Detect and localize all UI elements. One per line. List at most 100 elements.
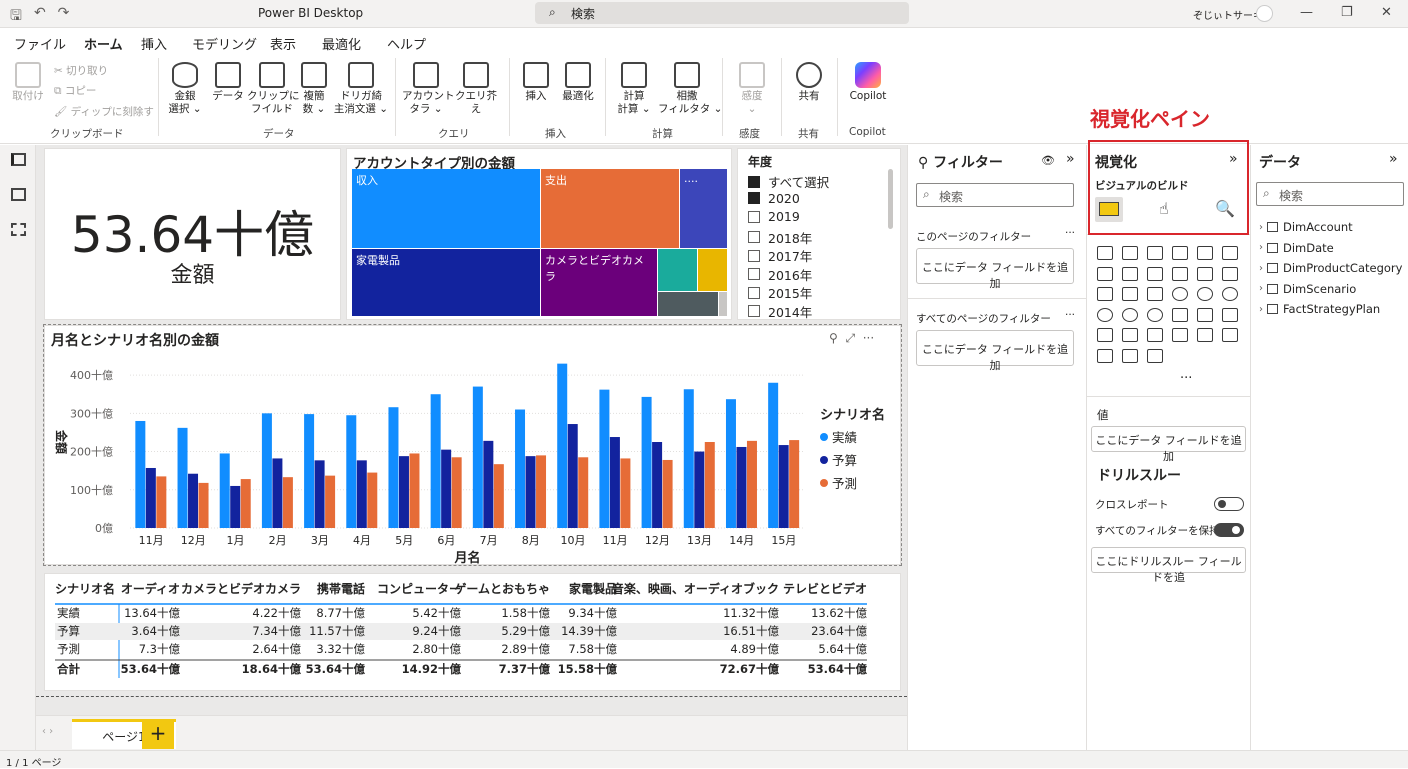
- treemap-tile-other[interactable]: ....: [680, 169, 727, 248]
- more-visuals-button[interactable]: 最適化: [558, 62, 598, 103]
- column-chart-visual[interactable]: 月名とシナリオ名別の金額 ⚲ ⤢ ··· 400十億 300十億 200十億 100十…: [43, 324, 902, 566]
- collapse-icon[interactable]: »: [1066, 151, 1075, 167]
- bar-予算[interactable]: [652, 442, 663, 528]
- checkbox[interactable]: [748, 305, 760, 317]
- python-icon[interactable]: [1197, 328, 1213, 342]
- more-visuals-icon[interactable]: ···: [1180, 371, 1192, 386]
- stacked-area-icon[interactable]: [1147, 266, 1163, 281]
- report-view-icon[interactable]: [11, 153, 26, 166]
- copy-button[interactable]: ⧉ コピー: [54, 83, 96, 98]
- kpi-card[interactable]: 53.64十億 金額: [44, 148, 341, 320]
- checkbox[interactable]: [748, 192, 760, 204]
- bar-予算[interactable]: [356, 460, 367, 528]
- transform-button[interactable]: アカウント タラ ⌄: [402, 62, 455, 116]
- stacked-bar-icon[interactable]: [1097, 246, 1113, 260]
- bar-実績[interactable]: [304, 414, 315, 528]
- avatar[interactable]: [1256, 5, 1273, 22]
- bar-予算[interactable]: [483, 440, 494, 528]
- bar-実績[interactable]: [261, 413, 272, 528]
- copilot-button[interactable]: Copilot: [845, 62, 891, 103]
- bar-予測[interactable]: [620, 458, 631, 528]
- chevron-right-icon[interactable]: ›: [1259, 304, 1263, 315]
- area-icon[interactable]: [1122, 266, 1138, 281]
- treemap-tile[interactable]: [698, 249, 727, 291]
- checkbox[interactable]: [748, 175, 760, 188]
- refresh-button[interactable]: クエリ芥え: [452, 62, 500, 116]
- bar-予測[interactable]: [536, 455, 547, 528]
- eye-icon[interactable]: 👁: [1041, 154, 1055, 167]
- checkbox[interactable]: [748, 268, 760, 280]
- this-page-add-field[interactable]: ここにデータ フィールドを追加: [916, 248, 1074, 290]
- redo-icon[interactable]: ↷: [58, 5, 70, 29]
- global-search[interactable]: ⌕ 検索: [535, 2, 909, 24]
- clustered-bar-icon[interactable]: [1147, 246, 1163, 260]
- get-data-button[interactable]: 金銀 選択 ⌄: [164, 62, 206, 116]
- bar-実績[interactable]: [346, 415, 357, 528]
- checkbox[interactable]: [748, 210, 760, 223]
- slicer-icon[interactable]: [1097, 328, 1113, 342]
- bar-予測[interactable]: [156, 476, 167, 528]
- save-icon[interactable]: 🖫: [10, 5, 22, 29]
- clustered-column-icon[interactable]: [1172, 246, 1188, 260]
- power-automate-icon[interactable]: [1147, 348, 1163, 363]
- add-page-button[interactable]: +: [142, 719, 174, 749]
- paste-button[interactable]: 取付け: [8, 62, 48, 103]
- map-icon[interactable]: [1097, 307, 1113, 322]
- year-slicer[interactable]: 年度 すべて選択 2020 2019 2018年 2017年 2016年 2015年 2014…: [737, 148, 901, 320]
- slicer-item[interactable]: 2015年: [748, 283, 812, 302]
- bar-予測[interactable]: [746, 440, 757, 528]
- bar-予測[interactable]: [198, 482, 209, 528]
- keep-filters-toggle[interactable]: [1214, 523, 1244, 537]
- close-icon[interactable]: ✕: [1381, 5, 1392, 20]
- treemap-tile[interactable]: [658, 292, 718, 316]
- page-nav-icons[interactable]: ‹ ›: [42, 726, 53, 737]
- slicer-item[interactable]: 2017年: [748, 246, 812, 265]
- line-column-icon[interactable]: [1172, 266, 1188, 281]
- bar-予算[interactable]: [398, 456, 409, 528]
- bar-予算[interactable]: [188, 473, 199, 528]
- bar-予測[interactable]: [409, 453, 420, 528]
- bar-予算[interactable]: [441, 449, 452, 528]
- stacked-column-icon[interactable]: [1122, 246, 1138, 260]
- more-options-icon[interactable]: ···: [1065, 309, 1075, 321]
- slicer-item[interactable]: 2014年: [748, 302, 812, 321]
- bar-予算[interactable]: [525, 456, 536, 528]
- slicer-item[interactable]: 2016年: [748, 265, 812, 284]
- bar-実績[interactable]: [388, 407, 399, 528]
- new-visual-button[interactable]: 挿入: [518, 62, 554, 103]
- bar-予算[interactable]: [145, 467, 156, 528]
- column-100-icon[interactable]: [1222, 246, 1238, 260]
- scatter-icon[interactable]: [1147, 287, 1163, 301]
- collapse-icon[interactable]: »: [1389, 151, 1398, 167]
- menu-modeling[interactable]: モデリング: [192, 34, 257, 53]
- bar-予算[interactable]: [272, 458, 283, 528]
- bar-予測[interactable]: [789, 440, 800, 528]
- bar-予測[interactable]: [451, 457, 462, 528]
- r-visual-icon[interactable]: [1172, 328, 1188, 342]
- cut-button[interactable]: ✂ 切り取り: [54, 63, 108, 78]
- bar-実績[interactable]: [599, 389, 610, 528]
- bar-実績[interactable]: [683, 389, 694, 528]
- all-pages-add-field[interactable]: ここにデータ フィールドを追加: [916, 330, 1074, 372]
- bar-予測[interactable]: [704, 442, 715, 528]
- ribbon-icon[interactable]: [1222, 266, 1238, 281]
- chevron-right-icon[interactable]: ›: [1259, 242, 1263, 253]
- quick-measure-button[interactable]: 相撒 フィルタタ ⌄: [658, 62, 722, 116]
- card-icon[interactable]: [1172, 307, 1188, 322]
- onelake-button[interactable]: クリップに フイルド: [247, 62, 300, 116]
- bar-予測[interactable]: [578, 457, 589, 528]
- bar-予測[interactable]: [493, 464, 504, 528]
- chevron-right-icon[interactable]: ›: [1259, 283, 1263, 294]
- slicer-item[interactable]: 2019: [748, 209, 800, 224]
- slicer-item[interactable]: 2018年: [748, 228, 812, 247]
- filter-search-input[interactable]: ⌕ 検索: [916, 183, 1074, 207]
- slicer-item[interactable]: すべて選択: [748, 172, 829, 191]
- restore-icon[interactable]: ❐: [1341, 5, 1353, 20]
- drillthrough-add-field[interactable]: ここにドリルスルー フィールドを追: [1091, 547, 1246, 584]
- qa-icon[interactable]: [1097, 348, 1113, 363]
- multirow-card-icon[interactable]: [1197, 307, 1213, 322]
- menu-help[interactable]: ヘルプ: [387, 34, 426, 53]
- format-painter-button[interactable]: 🖌 ディップに刻除す: [54, 104, 154, 119]
- treemap-tile[interactable]: [658, 249, 697, 291]
- pie-icon[interactable]: [1172, 287, 1188, 301]
